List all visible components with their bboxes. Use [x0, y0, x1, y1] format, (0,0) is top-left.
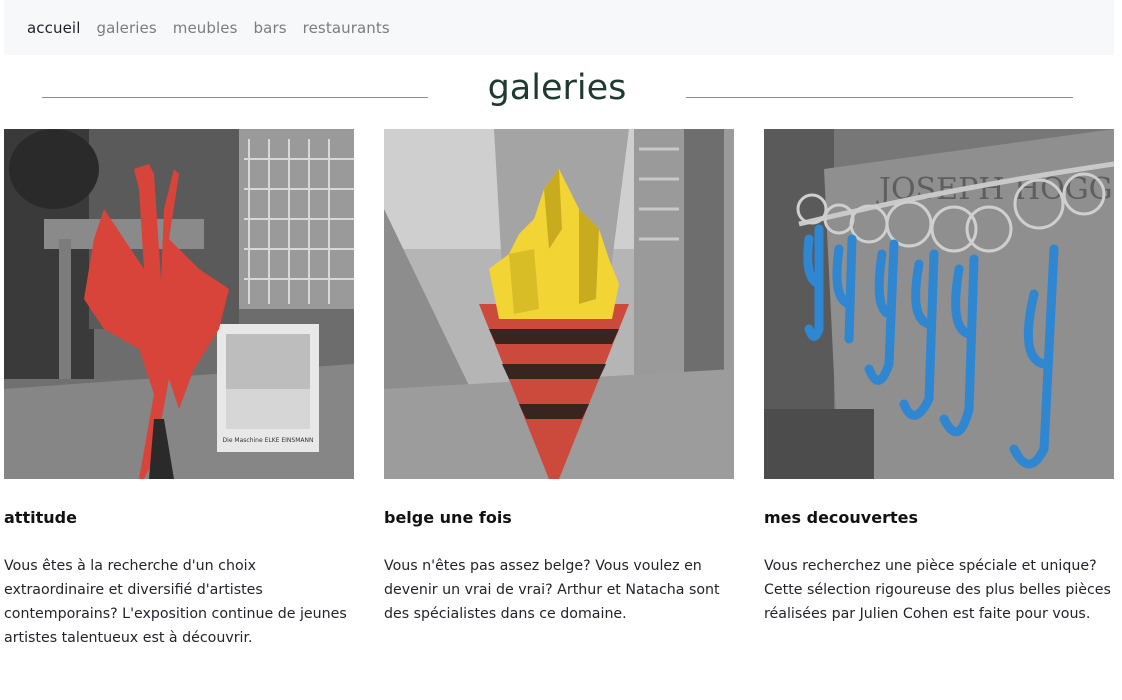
- book-caption: Die Maschine ELKE EINSMANN: [223, 437, 314, 444]
- section-heading: galeries: [0, 68, 1122, 118]
- gallery-card-belge-une-fois[interactable]: belge une fois Vous n'êtes pas assez bel…: [384, 129, 734, 626]
- nav-item-bars[interactable]: bars: [254, 19, 287, 37]
- top-navbar: accueil galeries meubles bars restaurant…: [4, 0, 1114, 55]
- card-description: Vous êtes à la recherche d'un choix extr…: [4, 558, 347, 646]
- gallery-card-attitude[interactable]: Die Maschine ELKE EINSMANN attitude Vous…: [4, 129, 354, 650]
- mes-decouvertes-photo[interactable]: JOSEPH HOGG: [764, 129, 1114, 479]
- nav-item-meubles[interactable]: meubles: [173, 19, 238, 37]
- belge-une-fois-photo[interactable]: [384, 129, 734, 479]
- nav-item-accueil[interactable]: accueil: [27, 19, 80, 37]
- attitude-photo[interactable]: Die Maschine ELKE EINSMANN: [4, 129, 354, 479]
- card-description: Vous recherchez une pièce spéciale et un…: [764, 558, 1111, 622]
- page-title: galeries: [487, 68, 627, 108]
- card-title[interactable]: mes decouvertes: [764, 508, 1114, 528]
- heading-rule-left: [42, 97, 428, 98]
- card-title[interactable]: belge une fois: [384, 508, 734, 528]
- nav-item-galeries[interactable]: galeries: [96, 19, 156, 37]
- card-description: Vous n'êtes pas assez belge? Vous voulez…: [384, 558, 720, 622]
- heading-rule-right: [686, 97, 1073, 98]
- gallery-card-mes-decouvertes[interactable]: JOSEPH HOGG mes decouvertes Vous recherc…: [764, 129, 1114, 626]
- card-title[interactable]: attitude: [4, 508, 354, 528]
- nav-item-restaurants[interactable]: restaurants: [303, 19, 390, 37]
